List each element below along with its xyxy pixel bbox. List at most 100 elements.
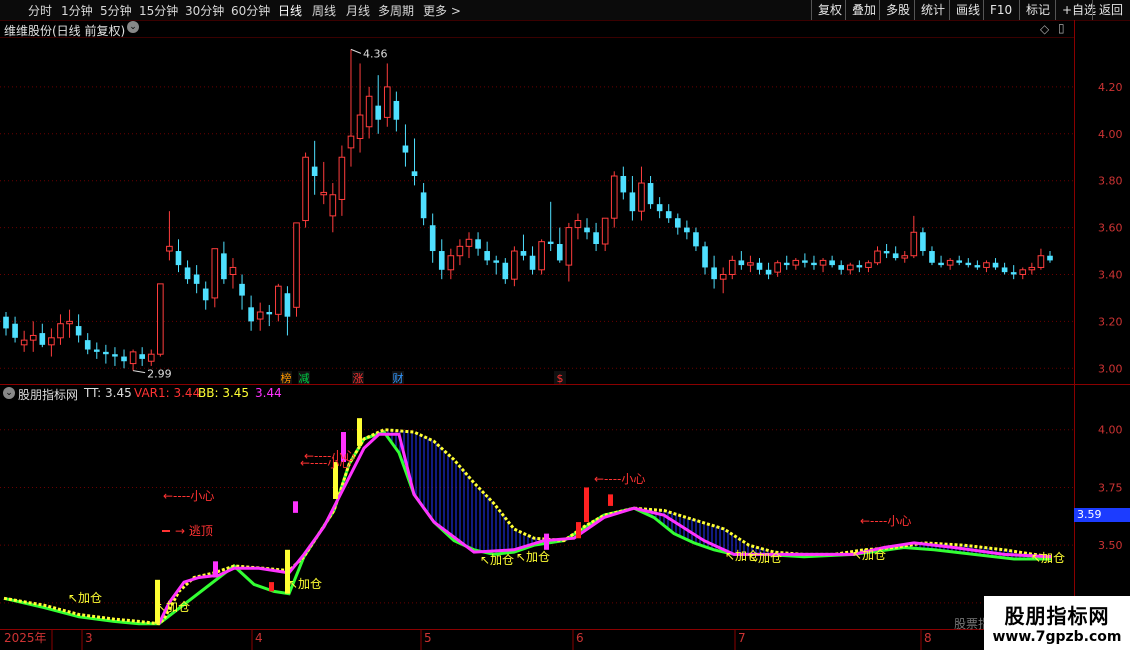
candle[interactable] (139, 347, 145, 366)
candle[interactable] (1001, 262, 1008, 275)
candle[interactable] (819, 258, 827, 273)
candle[interactable] (166, 211, 173, 261)
candle[interactable] (765, 262, 772, 280)
candle[interactable] (66, 309, 73, 338)
candle[interactable] (48, 328, 55, 357)
candle[interactable] (829, 255, 835, 268)
candle[interactable] (221, 241, 227, 284)
candle[interactable] (756, 258, 763, 275)
candle[interactable] (93, 342, 100, 359)
candle[interactable] (266, 304, 273, 327)
candle[interactable] (883, 244, 890, 259)
candle[interactable] (147, 349, 155, 366)
candle[interactable] (320, 161, 328, 205)
candle[interactable] (747, 255, 754, 273)
candle[interactable] (121, 349, 127, 369)
candle[interactable] (20, 330, 28, 352)
candle[interactable] (129, 349, 137, 371)
candle[interactable] (802, 253, 808, 268)
candle[interactable] (402, 124, 409, 167)
candle[interactable] (103, 344, 109, 364)
candle[interactable] (356, 63, 364, 153)
candle[interactable] (638, 166, 645, 221)
candle[interactable] (529, 246, 536, 275)
candle[interactable] (946, 258, 954, 270)
candle[interactable] (846, 262, 854, 275)
candle[interactable] (475, 232, 481, 256)
candle[interactable] (556, 227, 563, 263)
candle[interactable] (465, 232, 473, 259)
candle[interactable] (865, 260, 872, 273)
candle[interactable] (311, 140, 318, 195)
candle[interactable] (393, 91, 400, 132)
candle[interactable] (502, 258, 509, 284)
candle[interactable] (538, 239, 545, 275)
candle[interactable] (229, 258, 237, 289)
candle[interactable] (493, 255, 500, 275)
candle[interactable] (620, 166, 627, 200)
candle[interactable] (438, 239, 445, 280)
candle[interactable] (910, 215, 918, 259)
candle[interactable] (702, 241, 708, 275)
candle[interactable] (275, 283, 282, 322)
candle[interactable] (693, 227, 699, 252)
candle[interactable] (728, 255, 736, 280)
candle[interactable] (901, 251, 909, 263)
candle[interactable] (601, 217, 609, 252)
candle[interactable] (610, 171, 618, 228)
candle[interactable] (347, 49, 355, 167)
candle[interactable] (774, 260, 781, 277)
candle[interactable] (783, 255, 790, 270)
candle[interactable] (184, 260, 191, 284)
candle[interactable] (965, 258, 972, 268)
candle[interactable] (112, 347, 118, 366)
candle[interactable] (411, 138, 418, 186)
chevron-down-icon[interactable]: ⌄ (3, 387, 15, 399)
candle[interactable] (665, 204, 672, 223)
candle[interactable] (1019, 267, 1027, 280)
candle[interactable] (719, 267, 727, 294)
candle[interactable] (511, 246, 518, 287)
candle[interactable] (157, 283, 164, 357)
candle[interactable] (520, 234, 527, 261)
candle[interactable] (3, 312, 9, 336)
candle[interactable] (248, 295, 254, 331)
candle[interactable] (365, 86, 373, 139)
candle[interactable] (929, 246, 935, 266)
candle[interactable] (874, 246, 881, 266)
candle[interactable] (1010, 265, 1017, 280)
candle[interactable] (656, 197, 663, 219)
candle[interactable] (892, 246, 899, 261)
candle[interactable] (293, 222, 300, 317)
candle[interactable] (75, 314, 82, 343)
candle[interactable] (12, 316, 18, 343)
candle[interactable] (1028, 262, 1036, 275)
candle[interactable] (838, 260, 845, 275)
candle[interactable] (1037, 248, 1045, 270)
candle[interactable] (84, 333, 91, 355)
candle[interactable] (974, 260, 981, 270)
candle[interactable] (674, 213, 681, 235)
candle[interactable] (29, 321, 37, 352)
candle[interactable] (711, 255, 717, 289)
kline-chart[interactable]: 3.00 3.20 3.40 3.60 3.80 4.00 4.20 4.36 2.99 榜减 涨… (0, 0, 1130, 650)
candle[interactable] (811, 255, 817, 270)
candle[interactable] (375, 75, 382, 134)
candle[interactable] (256, 302, 264, 331)
candle[interactable] (938, 255, 944, 268)
candle[interactable] (420, 183, 427, 226)
candle[interactable] (239, 274, 245, 310)
candle[interactable] (484, 241, 490, 266)
candle[interactable] (456, 239, 464, 266)
candle[interactable] (684, 220, 690, 240)
candle[interactable] (39, 323, 46, 348)
candle[interactable] (992, 258, 999, 270)
candle[interactable] (57, 314, 64, 345)
candle[interactable] (629, 176, 636, 221)
candle[interactable] (193, 265, 200, 294)
candle[interactable] (738, 251, 745, 270)
candle[interactable] (329, 183, 337, 233)
candle[interactable] (792, 258, 800, 270)
candle[interactable] (211, 248, 219, 308)
candle[interactable] (383, 63, 391, 127)
